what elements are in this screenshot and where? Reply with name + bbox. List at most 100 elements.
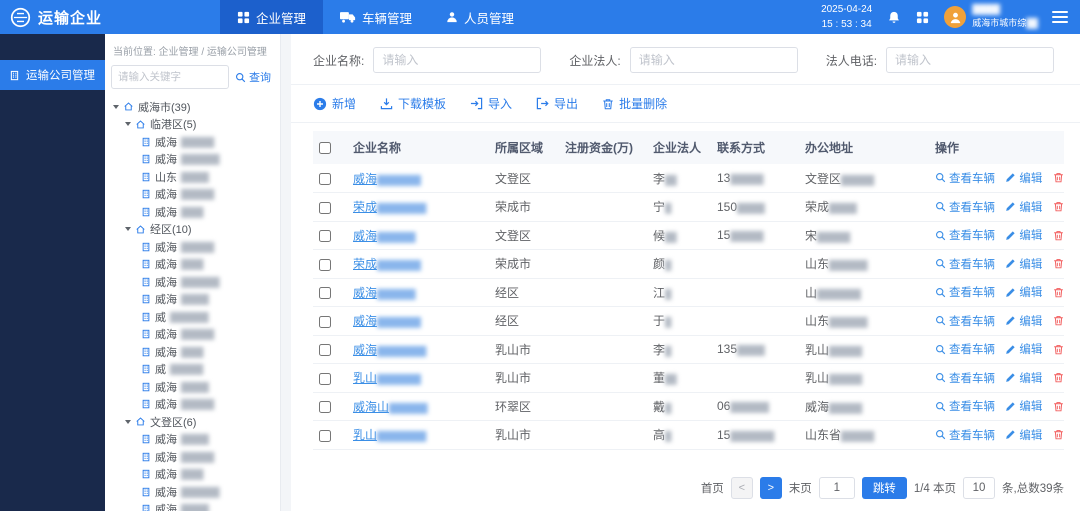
tree-node-company[interactable]: 威海███████ [111,151,280,169]
view-vehicles-link[interactable]: 查看车辆 [935,398,995,414]
delete-link[interactable]: 删除 [1053,313,1064,329]
apps-grid-icon[interactable] [916,11,929,24]
edit-link[interactable]: 编辑 [1005,284,1042,300]
view-vehicles-link[interactable]: 查看车辆 [935,341,995,357]
tree-node-company[interactable]: 威海██████ [111,448,280,466]
row-checkbox[interactable] [319,173,331,185]
rail-item-transport-company-mgmt[interactable]: 运输公司管理 [0,60,105,90]
tree-node-company[interactable]: 威海█████ [111,378,280,396]
import-button[interactable]: 导入 [470,95,512,112]
tree-node-company[interactable]: 威海█████ [111,431,280,449]
tree-node-region[interactable]: 经区(10) [111,221,280,239]
tree-node-company[interactable]: 威海███████ [111,483,280,501]
delete-link[interactable]: 删除 [1053,170,1064,186]
tree-node-company[interactable]: 威海████ [111,203,280,221]
pagination-jump-button[interactable]: 跳转 [862,477,907,499]
company-name-link[interactable]: 荣成█████████ [353,200,425,214]
view-vehicles-link[interactable]: 查看车辆 [935,199,995,215]
view-vehicles-link[interactable]: 查看车辆 [935,427,995,443]
tree-node-company[interactable]: 威海██████ [111,396,280,414]
tree-search-button[interactable]: 查询 [232,65,274,89]
row-checkbox[interactable] [319,430,331,442]
tree-node-company[interactable]: 威海████ [111,466,280,484]
pagination-page-input[interactable] [819,477,855,499]
tree-node-company[interactable]: 威海█████ [111,501,280,511]
view-vehicles-link[interactable]: 查看车辆 [935,313,995,329]
batch-delete-button[interactable]: 批量删除 [602,95,667,112]
view-vehicles-link[interactable]: 查看车辆 [935,227,995,243]
edit-link[interactable]: 编辑 [1005,398,1042,414]
page-size-select[interactable]: 10 [963,477,995,499]
edit-link[interactable]: 编辑 [1005,256,1042,272]
delete-link[interactable]: 删除 [1053,284,1064,300]
tab-personnel-management[interactable]: 人员管理 [429,0,531,34]
edit-link[interactable]: 编辑 [1005,313,1042,329]
row-checkbox[interactable] [319,373,331,385]
menu-icon[interactable] [1052,11,1068,23]
company-name-link[interactable]: 威海███████ [353,286,415,300]
edit-link[interactable]: 编辑 [1005,170,1042,186]
view-vehicles-link[interactable]: 查看车辆 [935,170,995,186]
tab-vehicle-management[interactable]: 车辆管理 [323,0,429,34]
row-checkbox[interactable] [319,259,331,271]
delete-link[interactable]: 删除 [1053,427,1064,443]
view-vehicles-link[interactable]: 查看车辆 [935,370,995,386]
tree-node-company[interactable]: 威海████ [111,256,280,274]
delete-link[interactable]: 删除 [1053,199,1064,215]
company-name-link[interactable]: 荣成████████ [353,257,420,271]
tree-search-input[interactable] [111,65,229,89]
legal-person-input[interactable] [630,47,798,73]
legal-phone-input[interactable] [886,47,1054,73]
edit-link[interactable]: 编辑 [1005,227,1042,243]
company-name-link[interactable]: 威海████████ [353,314,420,328]
tree-node-company[interactable]: 山东█████ [111,168,280,186]
tree-node-city[interactable]: 威海市(39) [111,98,280,116]
tree-node-company[interactable]: 威海████ [111,343,280,361]
pagination-last[interactable]: 末页 [789,480,812,496]
delete-link[interactable]: 删除 [1053,227,1064,243]
row-checkbox[interactable] [319,230,331,242]
tree-node-company[interactable]: 威██████ [111,361,280,379]
row-checkbox[interactable] [319,287,331,299]
delete-link[interactable]: 删除 [1053,341,1064,357]
tree-node-region[interactable]: 文登区(6) [111,413,280,431]
tree-node-company[interactable]: 威海██████ [111,326,280,344]
tree-node-company[interactable]: 威███████ [111,308,280,326]
delete-link[interactable]: 删除 [1053,398,1064,414]
view-vehicles-link[interactable]: 查看车辆 [935,284,995,300]
company-name-link[interactable]: 威海█████████ [353,343,425,357]
delete-link[interactable]: 删除 [1053,370,1064,386]
view-vehicles-link[interactable]: 查看车辆 [935,256,995,272]
tree-node-company[interactable]: 威海██████ [111,133,280,151]
row-checkbox[interactable] [319,202,331,214]
tree-node-company[interactable]: 威海█████ [111,291,280,309]
download-template-button[interactable]: 下载模板 [380,95,446,112]
delete-link[interactable]: 删除 [1053,256,1064,272]
company-name-link[interactable]: 乳山████████ [353,371,420,385]
company-name-link[interactable]: 威海███████ [353,229,415,243]
company-name-link[interactable]: 威海山███████ [353,400,427,414]
pagination-prev[interactable]: < [731,477,753,499]
export-button[interactable]: 导出 [536,95,578,112]
select-all-checkbox[interactable] [319,142,331,154]
tree-node-company[interactable]: 威海██████ [111,186,280,204]
pagination-first[interactable]: 首页 [701,480,724,496]
tab-enterprise-management[interactable]: 企业管理 [220,0,323,34]
pagination-next[interactable]: > [760,477,782,499]
tree-node-region[interactable]: 临港区(5) [111,116,280,134]
tree-node-company[interactable]: 威海███████ [111,273,280,291]
row-checkbox[interactable] [319,316,331,328]
bell-icon[interactable] [887,10,901,25]
user-profile[interactable]: █████ 威海市城市综██ [944,3,1037,31]
edit-link[interactable]: 编辑 [1005,341,1042,357]
row-checkbox[interactable] [319,344,331,356]
company-name-link[interactable]: 威海████████ [353,172,420,186]
tree-node-company[interactable]: 威海██████ [111,238,280,256]
edit-link[interactable]: 编辑 [1005,370,1042,386]
row-checkbox[interactable] [319,401,331,413]
edit-link[interactable]: 编辑 [1005,427,1042,443]
company-name-input[interactable] [373,47,541,73]
add-button[interactable]: 新增 [313,95,356,112]
company-name-link[interactable]: 乳山█████████ [353,428,425,442]
edit-link[interactable]: 编辑 [1005,199,1042,215]
